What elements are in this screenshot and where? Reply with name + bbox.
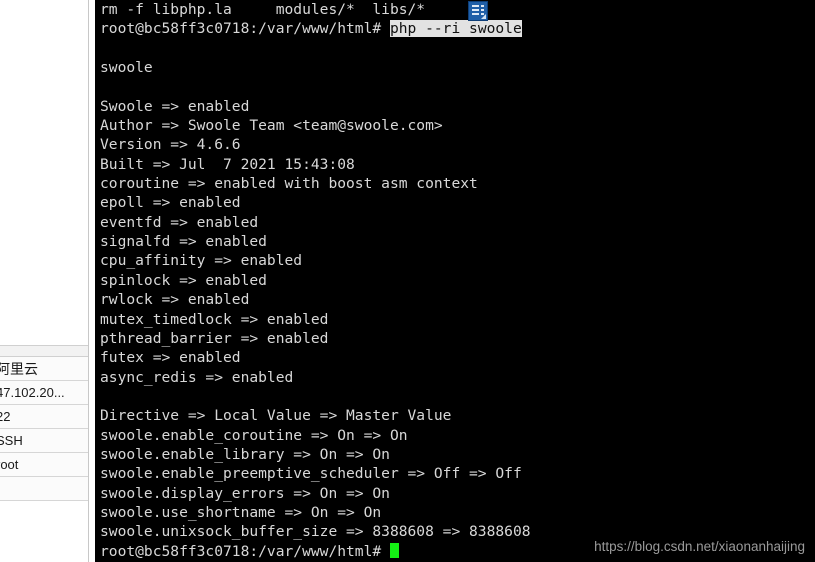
terminal-line: rm -f libphp.la modules/* libs/* (100, 1, 426, 18)
terminal-line: signalfd => enabled (100, 233, 267, 251)
terminal-cursor (389, 542, 399, 558)
terminal-line: Built => Jul 7 2021 15:43:08 (100, 155, 355, 173)
sidebar-row-port[interactable]: 22 (0, 405, 88, 429)
terminal-line: swoole.enable_library => On => On (100, 445, 390, 463)
shell-prompt: root@bc58ff3c0718:/var/www/html# (100, 20, 390, 38)
session-info-sidebar: 阿里云 47.102.20... 22 SSH root (0, 0, 89, 562)
document-list-icon[interactable] (468, 1, 488, 21)
terminal-line: swoole.use_shortname => On => On (100, 503, 382, 521)
shell-prompt: root@bc58ff3c0718:/var/www/html# (100, 542, 382, 560)
screenshot-root: 阿里云 47.102.20... 22 SSH root rm -f libph… (0, 0, 815, 562)
sidebar-row-empty[interactable] (0, 477, 88, 501)
terminal-line: swoole.enable_coroutine => On => On (100, 426, 408, 444)
terminal-pane[interactable]: rm -f libphp.la modules/* libs/* root@bc… (95, 0, 815, 562)
terminal-line: coroutine => enabled with boost asm cont… (100, 175, 478, 193)
selected-command-text[interactable]: php --ri swoole (389, 20, 522, 38)
terminal-line: eventfd => enabled (100, 213, 259, 231)
icon-bar (472, 5, 484, 7)
terminal-line: futex => enabled (100, 349, 241, 367)
sidebar-row-protocol[interactable]: SSH (0, 429, 88, 453)
terminal-line: swoole (100, 59, 153, 77)
terminal-line: swoole.display_errors => On => On (100, 484, 390, 502)
terminal-line: async_redis => enabled (100, 368, 294, 386)
terminal-line: epoll => enabled (100, 194, 241, 212)
sidebar-row-user[interactable]: root (0, 453, 88, 477)
terminal-output: rm -f libphp.la modules/* libs/* root@bc… (100, 0, 815, 561)
terminal-line: swoole.enable_preemptive_scheduler => Of… (100, 465, 522, 483)
sidebar-upper-blank-area (0, 0, 88, 346)
terminal-line: Author => Swoole Team <team@swoole.com> (100, 117, 443, 135)
terminal-line: Version => 4.6.6 (100, 136, 241, 154)
terminal-line: cpu_affinity => enabled (100, 252, 303, 270)
terminal-line: spinlock => enabled (100, 271, 267, 289)
terminal-line: Swoole => enabled (100, 97, 250, 115)
terminal-line: Directive => Local Value => Master Value (100, 407, 452, 425)
icon-bar (472, 9, 484, 11)
icon-fold-corner (481, 14, 486, 19)
sidebar-lower-blank-area (0, 501, 88, 562)
sidebar-row-host[interactable]: 47.102.20... (0, 381, 88, 405)
terminal-line: mutex_timedlock => enabled (100, 310, 329, 328)
terminal-line: rwlock => enabled (100, 291, 250, 309)
terminal-line: pthread_barrier => enabled (100, 329, 329, 347)
sidebar-row-provider[interactable]: 阿里云 (0, 357, 88, 381)
watermark-url: https://blog.csdn.net/xiaonanhaijing (594, 539, 805, 554)
sidebar-divider-strip (0, 346, 88, 357)
terminal-command-line: root@bc58ff3c0718:/var/www/html# php --r… (100, 19, 815, 38)
